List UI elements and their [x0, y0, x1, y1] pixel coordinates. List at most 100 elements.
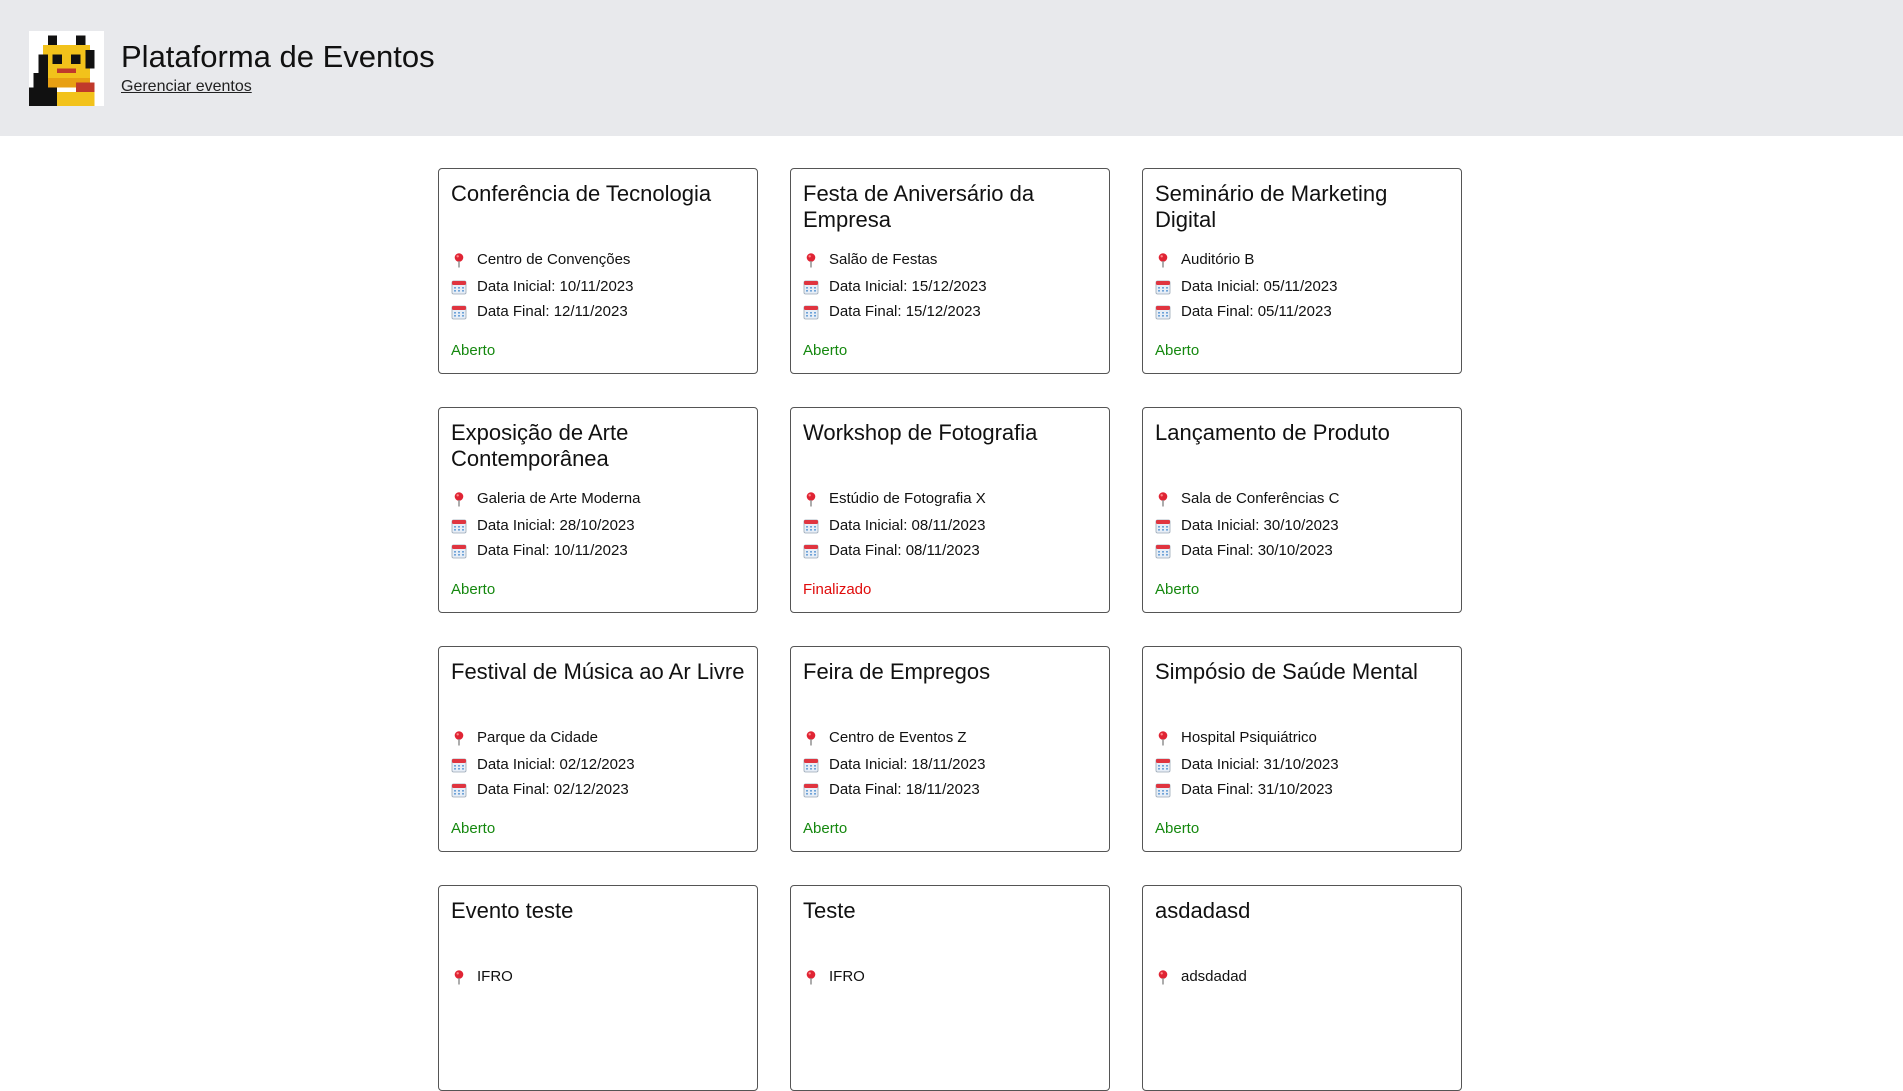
event-card[interactable]: Festival de Música ao Ar Livre Parque da…	[438, 646, 758, 852]
event-title: Exposição de Arte Contemporânea	[451, 420, 629, 471]
pin-icon	[806, 969, 816, 984]
event-location-row: Galeria de Arte Moderna	[451, 484, 745, 513]
event-location: Auditório B	[1181, 251, 1255, 268]
event-location-row: Centro de Convenções	[451, 245, 745, 274]
event-card[interactable]: Lançamento de Produto Sala de Conferênci…	[1142, 407, 1462, 613]
event-start-row: Data Inicial: 15/12/2023	[803, 274, 1097, 299]
event-location-row: Sala de Conferências C	[1155, 484, 1449, 513]
header-titles: Plataforma de Eventos Gerenciar eventos	[121, 38, 435, 96]
event-end-row: Data Final: 05/11/2023	[1155, 299, 1449, 324]
calendar-icon	[803, 758, 819, 772]
event-title: asdadasd	[1155, 898, 1251, 923]
event-info: Salão de Festas Data Inicial: 15/12/2023	[803, 245, 1097, 324]
event-title: Conferência de Tecnologia	[451, 181, 712, 206]
calendar-icon	[1155, 783, 1171, 797]
event-location: Parque da Cidade	[477, 729, 598, 746]
event-card[interactable]: Feira de Empregos Centro de Eventos Z Da…	[790, 646, 1110, 852]
event-info: Centro de Convenções Data Inicial: 10/11…	[451, 245, 745, 324]
event-location: IFRO	[477, 968, 513, 985]
calendar-icon	[451, 280, 467, 294]
event-info: Sala de Conferências C Data Inicial: 30/…	[1155, 484, 1449, 563]
event-status-badge: Aberto	[451, 581, 496, 598]
event-status-badge: Aberto	[1155, 581, 1200, 598]
event-end-date: Data Final: 31/10/2023	[1181, 781, 1333, 798]
event-info: IFRO	[451, 962, 745, 991]
event-end-row: Data Final: 08/11/2023	[803, 538, 1097, 563]
event-title: Feira de Empregos	[803, 659, 991, 684]
pin-icon	[1158, 969, 1168, 984]
event-title: Simpósio de Saúde Mental	[1155, 659, 1418, 684]
event-card[interactable]: Conferência de Tecnologia Centro de Conv…	[438, 168, 758, 374]
event-card[interactable]: asdadasd adsdadad	[1142, 885, 1462, 1091]
event-start-date: Data Inicial: 31/10/2023	[1181, 756, 1339, 773]
event-location-row: IFRO	[451, 962, 745, 991]
event-status-badge: Aberto	[1155, 820, 1200, 837]
event-title: Teste	[803, 898, 856, 923]
event-status-badge: Aberto	[1155, 342, 1200, 359]
event-end-date: Data Final: 08/11/2023	[829, 542, 980, 559]
event-status-badge: Aberto	[451, 820, 496, 837]
event-start-date: Data Inicial: 05/11/2023	[1181, 278, 1338, 295]
event-start-date: Data Inicial: 08/11/2023	[829, 517, 986, 534]
event-info: Auditório B Data Inicial: 05/11/2023 Dat…	[1155, 245, 1449, 324]
event-card[interactable]: Festa de Aniversário da Empresa Salão de…	[790, 168, 1110, 374]
event-card[interactable]: Exposição de Arte Contemporânea Galeria …	[438, 407, 758, 613]
calendar-icon	[1155, 758, 1171, 772]
event-start-date: Data Inicial: 15/12/2023	[829, 278, 987, 295]
event-info: IFRO	[803, 962, 1097, 991]
event-end-row: Data Final: 02/12/2023	[451, 777, 745, 802]
event-end-date: Data Final: 10/11/2023	[477, 542, 628, 559]
event-location: Estúdio de Fotografia X	[829, 490, 986, 507]
event-title: Lançamento de Produto	[1155, 420, 1390, 445]
event-card[interactable]: Seminário de Marketing Digital Auditório…	[1142, 168, 1462, 374]
event-location-row: IFRO	[803, 962, 1097, 991]
event-start-row: Data Inicial: 10/11/2023	[451, 274, 745, 299]
app-header: Plataforma de Eventos Gerenciar eventos	[0, 0, 1903, 136]
event-title: Evento teste	[451, 898, 574, 923]
event-info: Parque da Cidade Data Inicial: 02/12/202…	[451, 723, 745, 802]
pin-icon	[1158, 491, 1168, 506]
event-end-row: Data Final: 31/10/2023	[1155, 777, 1449, 802]
event-location-row: Auditório B	[1155, 245, 1449, 274]
event-info: Estúdio de Fotografia X Data Inicial: 08…	[803, 484, 1097, 563]
event-title: Festival de Música ao Ar Livre	[451, 659, 745, 684]
event-end-date: Data Final: 18/11/2023	[829, 781, 980, 798]
event-location: Centro de Eventos Z	[829, 729, 967, 746]
event-location-row: Centro de Eventos Z	[803, 723, 1097, 752]
event-card[interactable]: Workshop de Fotografia Estúdio de Fotogr…	[790, 407, 1110, 613]
event-end-row: Data Final: 30/10/2023	[1155, 538, 1449, 563]
event-end-date: Data Final: 02/12/2023	[477, 781, 629, 798]
event-location: Galeria de Arte Moderna	[477, 490, 641, 507]
events-grid: Conferência de Tecnologia Centro de Conv…	[438, 168, 1462, 1091]
event-start-row: Data Inicial: 18/11/2023	[803, 752, 1097, 777]
event-start-date: Data Inicial: 02/12/2023	[477, 756, 635, 773]
event-status-badge: Aberto	[803, 342, 848, 359]
event-location-row: Estúdio de Fotografia X	[803, 484, 1097, 513]
pin-icon	[1158, 252, 1168, 267]
event-status-badge: Aberto	[451, 342, 496, 359]
calendar-icon	[451, 544, 467, 558]
event-card[interactable]: Simpósio de Saúde Mental Hospital Psiqui…	[1142, 646, 1462, 852]
manage-events-link[interactable]: Gerenciar eventos	[121, 78, 252, 96]
event-location: Centro de Convenções	[477, 251, 631, 268]
event-start-row: Data Inicial: 30/10/2023	[1155, 513, 1449, 538]
event-location-row: adsdadad	[1155, 962, 1449, 991]
event-start-date: Data Inicial: 28/10/2023	[477, 517, 635, 534]
calendar-icon	[1155, 519, 1171, 533]
calendar-icon	[1155, 305, 1171, 319]
event-card[interactable]: Evento teste IFRO	[438, 885, 758, 1091]
event-title: Festa de Aniversário da Empresa	[803, 181, 1035, 232]
pin-icon	[806, 491, 816, 506]
event-status-badge: Aberto	[803, 820, 848, 837]
event-start-date: Data Inicial: 18/11/2023	[829, 756, 986, 773]
event-start-row: Data Inicial: 02/12/2023	[451, 752, 745, 777]
event-info: Hospital Psiquiátrico Data Inicial: 31/1…	[1155, 723, 1449, 802]
event-location: Sala de Conferências C	[1181, 490, 1340, 507]
event-info: adsdadad	[1155, 962, 1449, 991]
event-location: Hospital Psiquiátrico	[1181, 729, 1317, 746]
pixel-cat-logo-icon	[29, 30, 104, 106]
pin-icon	[454, 252, 464, 267]
event-card[interactable]: Teste IFRO	[790, 885, 1110, 1091]
calendar-icon	[803, 544, 819, 558]
calendar-icon	[451, 519, 467, 533]
